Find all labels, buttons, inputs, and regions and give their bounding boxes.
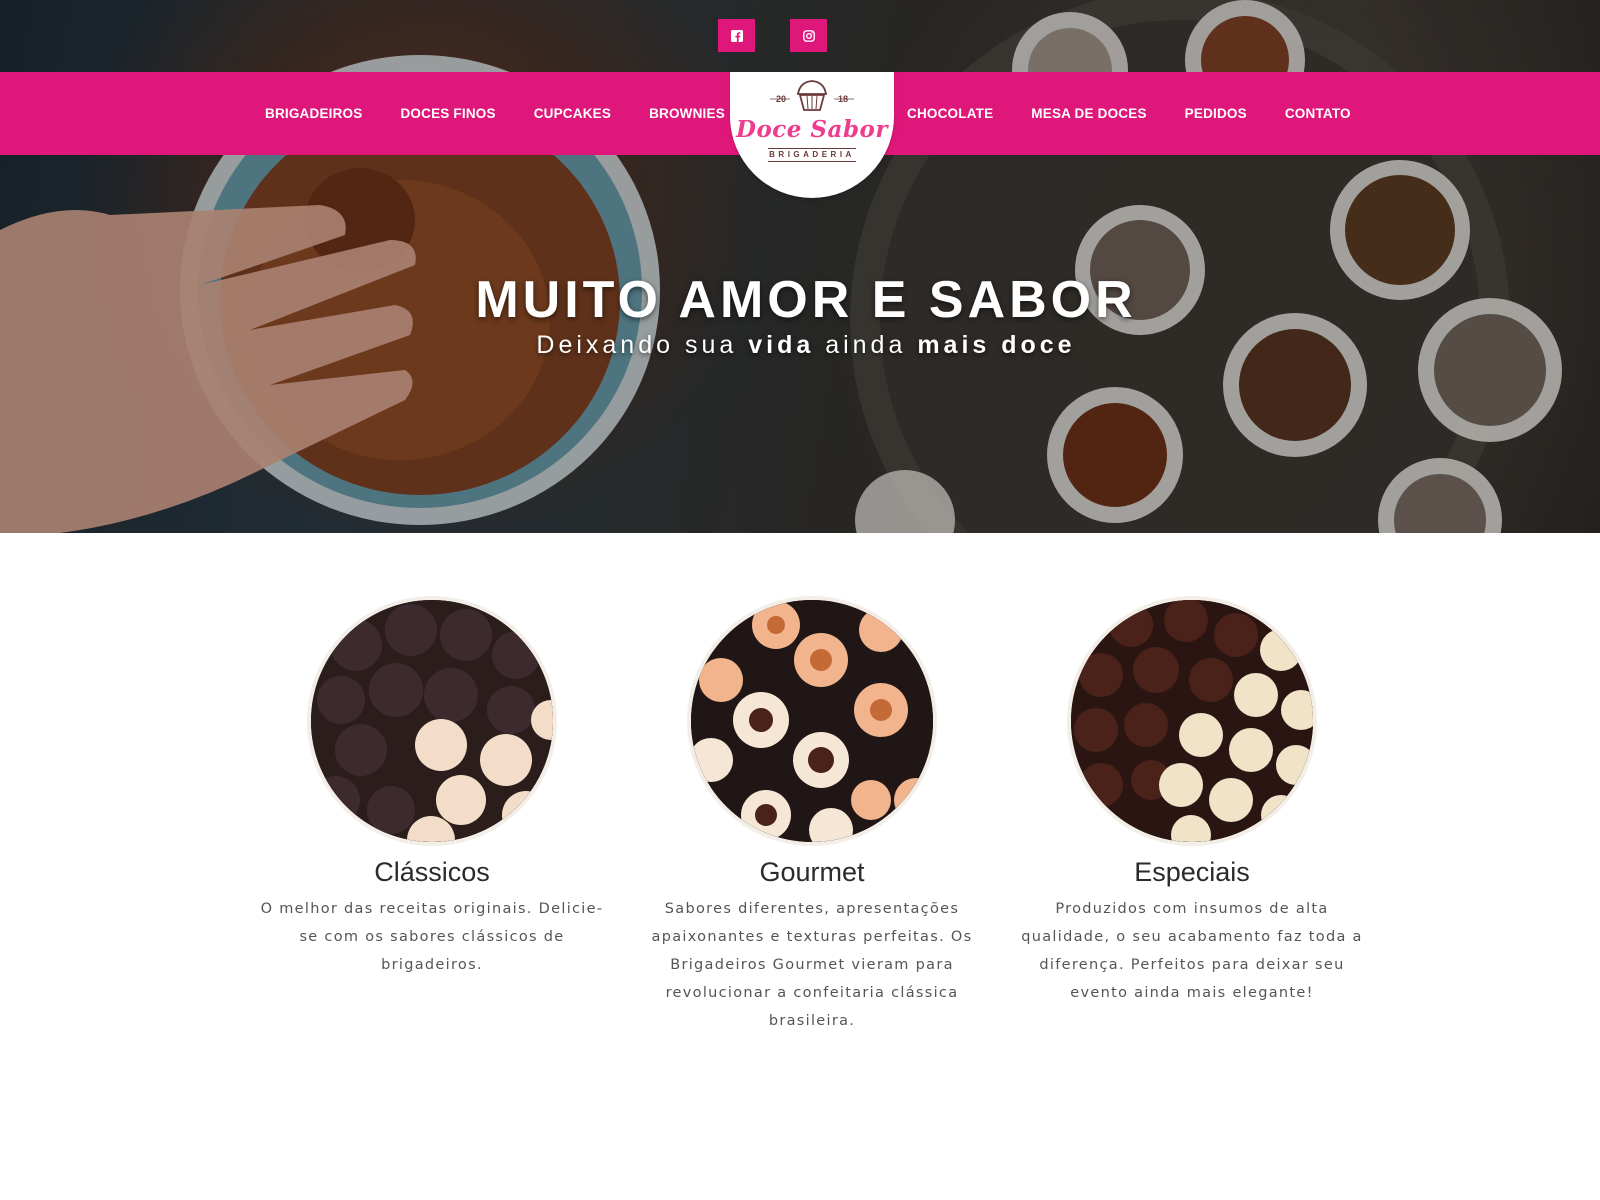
social-links (0, 19, 1600, 52)
hero-subtitle-part-2: vida (748, 331, 815, 359)
hero-title: MUITO AMOR E SABOR (475, 271, 1137, 329)
nav-item-pedidos[interactable]: PEDIDOS (1185, 106, 1247, 121)
instagram-button[interactable] (790, 19, 827, 52)
nav-item-mesa-de-doces[interactable]: MESA DE DOCES (1031, 106, 1146, 121)
instagram-icon (802, 29, 815, 42)
nav-left-group: BRIGADEIROS DOCES FINOS CUPCAKES BROWNIE… (265, 72, 725, 155)
nav-item-chocolate[interactable]: CHOCOLATE (907, 106, 993, 121)
feature-image-classicos (307, 596, 557, 846)
feature-gourmet: Gourmet Sabores diferentes, apresentaçõe… (632, 596, 992, 1035)
feature-title-especiais: Especiais (1134, 857, 1250, 887)
logo-year-left: 20 (776, 94, 787, 104)
hero-subtitle-part-1: Deixando sua (536, 331, 749, 359)
hero-subtitle-part-4: mais doce (917, 331, 1076, 359)
especiais-image (1071, 600, 1313, 842)
logo-tagline: BRIGADERIA (768, 148, 856, 162)
site-logo[interactable]: 20 18 Doce Sabor BRIGADERIA (730, 72, 894, 198)
classicos-image (311, 600, 553, 842)
feature-text-classicos: O melhor das receitas originais. Delicie… (260, 901, 604, 973)
nav-right-group: CHOCOLATE MESA DE DOCES PEDIDOS CONTATO (907, 72, 1351, 155)
nav-item-cupcakes[interactable]: CUPCAKES (534, 106, 611, 121)
facebook-button[interactable] (718, 19, 755, 52)
feature-image-especiais (1067, 596, 1317, 846)
nav-item-brownies[interactable]: BROWNIES (649, 106, 725, 121)
gourmet-image (691, 600, 933, 842)
facebook-icon (730, 29, 743, 42)
logo-year-right: 18 (838, 94, 849, 104)
logo-name: Doce Sabor (736, 116, 888, 143)
nav-item-doces-finos[interactable]: DOCES FINOS (400, 106, 495, 121)
feature-text-especiais: Produzidos com insumos de alta qualidade… (1021, 901, 1363, 1001)
feature-title-classicos: Clássicos (374, 857, 490, 887)
hero-subtitle: Deixando sua vida ainda mais doce (0, 331, 1600, 360)
feature-text-gourmet: Sabores diferentes, apresentações apaixo… (651, 901, 973, 1029)
nav-item-contato[interactable]: CONTATO (1285, 106, 1351, 121)
feature-title-gourmet: Gourmet (759, 857, 865, 887)
feature-classicos: Clássicos O melhor das receitas originai… (252, 596, 612, 979)
feature-image-gourmet (687, 596, 937, 846)
feature-especiais: Especiais Produzidos com insumos de alta… (1012, 596, 1372, 1007)
hero-subtitle-part-3: ainda (814, 331, 918, 359)
nav-item-brigadeiros[interactable]: BRIGADEIROS (265, 106, 362, 121)
